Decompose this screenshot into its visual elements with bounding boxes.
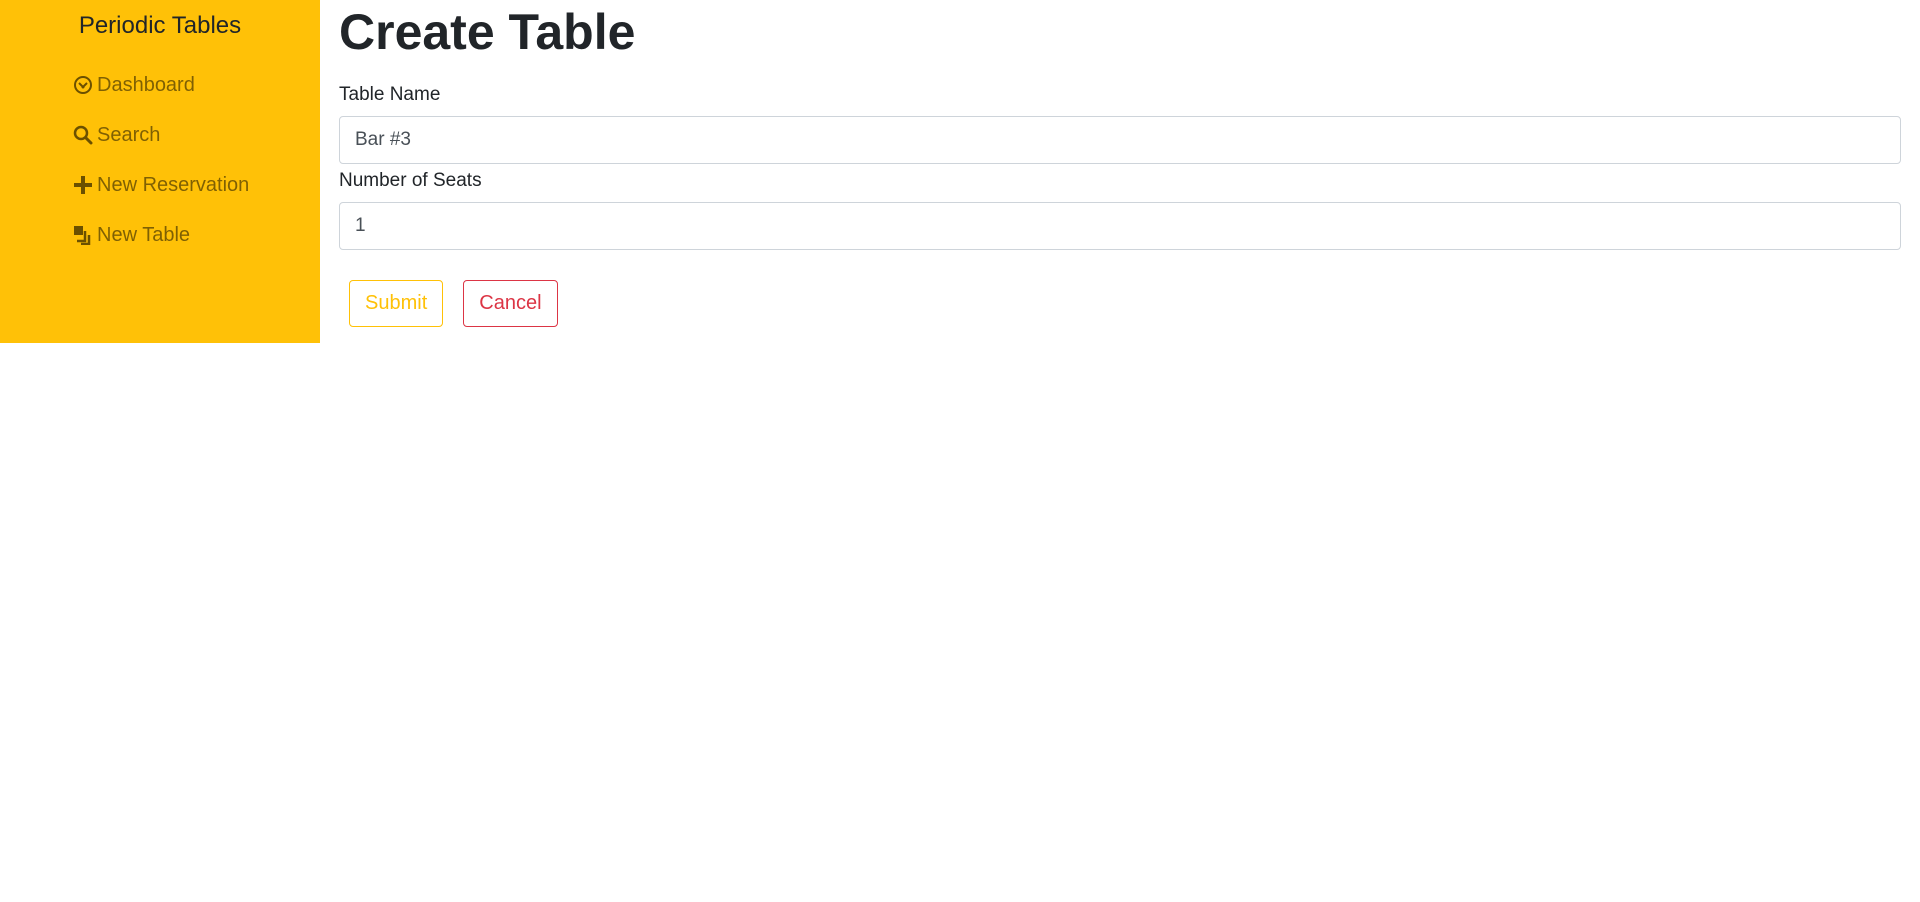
seats-label: Number of Seats [339,170,482,191]
cancel-button[interactable]: Cancel [463,280,558,327]
create-table-form: Table Name Number of Seats Submit Cancel [339,82,1901,327]
form-actions: Submit Cancel [339,280,1901,327]
table-name-label: Table Name [339,84,441,105]
table-name-input[interactable] [339,116,1901,164]
sidebar-item-label: New Reservation [97,173,250,196]
sidebar-item-search[interactable]: Search [72,110,249,160]
search-icon [72,124,94,146]
seats-input[interactable] [339,202,1901,250]
page-title: Create Table [339,4,636,60]
sidebar-item-label: New Table [97,223,191,246]
sidebar-nav: Dashboard Search New Reservation New Tab… [72,60,249,260]
plus-icon [72,174,94,196]
sidebar-item-label: Search [97,123,161,146]
sidebar: Periodic Tables Dashboard Search New Res… [0,0,320,343]
dashboard-icon [72,74,94,96]
app-root: Periodic Tables Dashboard Search New Res… [0,0,1920,902]
sidebar-item-label: Dashboard [97,73,195,96]
sidebar-item-new-table[interactable]: New Table [72,210,249,260]
layers-icon [72,224,94,246]
submit-button[interactable]: Submit [349,280,444,327]
sidebar-item-dashboard[interactable]: Dashboard [72,60,249,110]
sidebar-item-new-reservation[interactable]: New Reservation [72,160,249,210]
main-content: Create Table Table Name Number of Seats … [339,0,1901,327]
brand-title[interactable]: Periodic Tables [0,10,320,42]
